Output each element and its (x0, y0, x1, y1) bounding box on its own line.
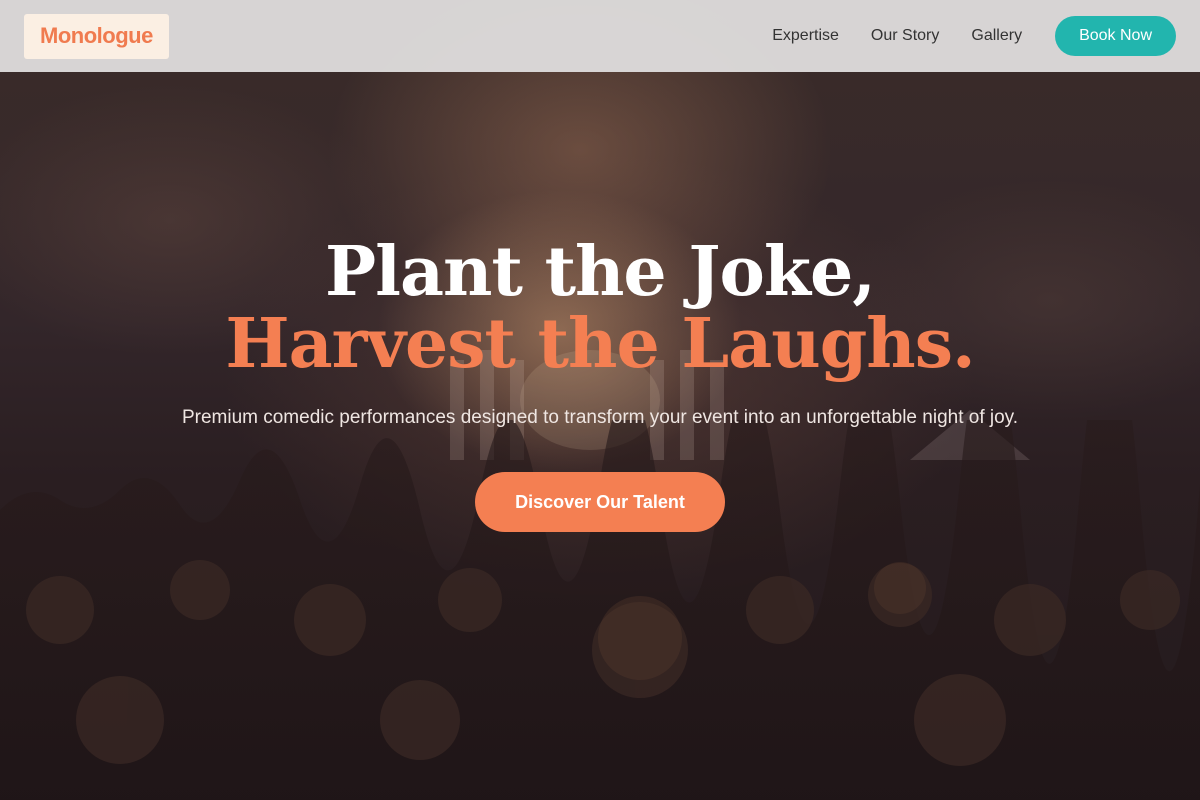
hero-headline: Plant the Joke, Harvest the Laughs. (0, 236, 1200, 380)
discover-talent-button[interactable]: Discover Our Talent (475, 472, 725, 532)
nav-menu: Expertise Our Story Gallery Book Now (772, 16, 1176, 56)
headline-line-2: Harvest the Laughs. (225, 304, 975, 384)
hero-subtitle: Premium comedic performances designed to… (181, 407, 1019, 428)
headline-line-1: Plant the Joke, (325, 232, 876, 312)
book-now-button[interactable]: Book Now (1055, 16, 1176, 56)
nav-link-our-story[interactable]: Our Story (871, 27, 939, 45)
page: Monologue Expertise Our Story Gallery Bo… (0, 0, 1200, 800)
nav-link-expertise[interactable]: Expertise (772, 27, 839, 45)
hero-section: Plant the Joke, Harvest the Laughs. Prem… (0, 236, 1200, 532)
brand-logo[interactable]: Monologue (24, 13, 169, 59)
nav-link-gallery[interactable]: Gallery (971, 27, 1022, 45)
top-nav: Monologue Expertise Our Story Gallery Bo… (0, 0, 1200, 72)
